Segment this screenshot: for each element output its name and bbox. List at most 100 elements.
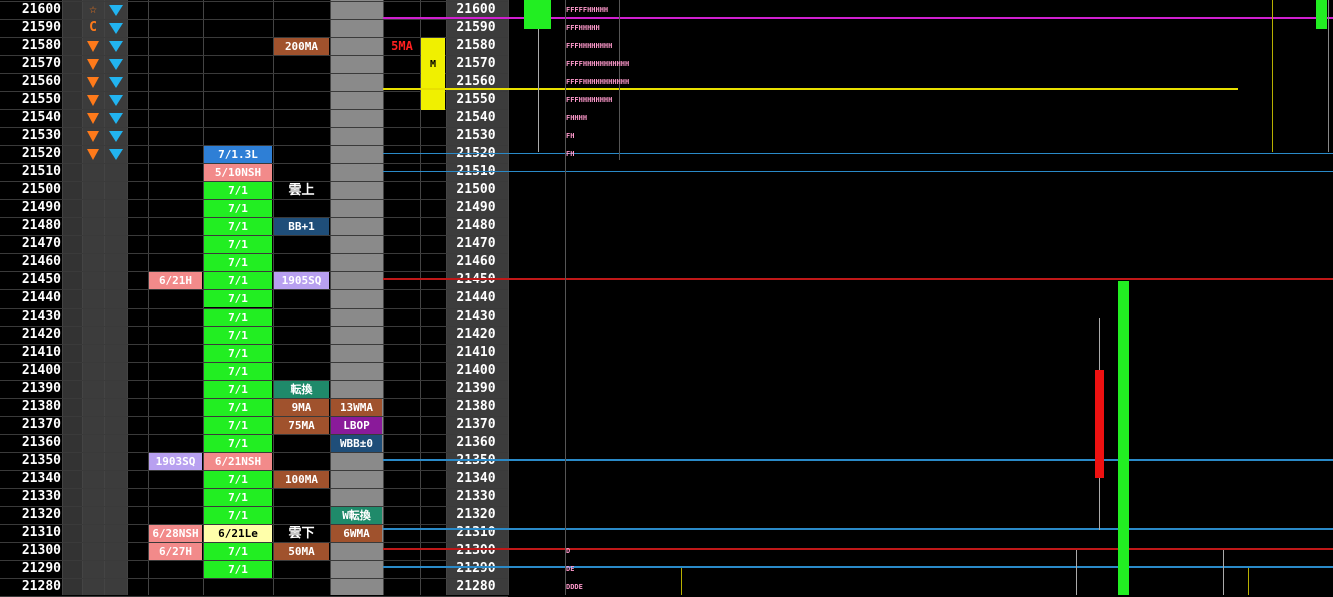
chart-vline-6 [1223, 550, 1224, 595]
price-label: 21350 [21, 452, 61, 468]
col-ma-label: 50MA [274, 542, 329, 560]
chart-vline-2 [1272, 0, 1273, 152]
col-mid-label: 7/1 [204, 488, 272, 506]
price-label: 21470 [21, 236, 61, 252]
price-label: 21420 [21, 326, 61, 342]
chart-vline-3 [1328, 0, 1329, 152]
price-label: 21430 [21, 308, 61, 324]
chart-vline-5 [1076, 550, 1077, 595]
price-label-right: 21440 [456, 290, 496, 306]
orange-down-arrow-icon [87, 95, 99, 107]
blue-down-arrow-icon [109, 23, 123, 35]
col-left-label: 1903SQ [149, 452, 202, 470]
grid-hline-32 [0, 577, 508, 579]
col-mid-label: 7/1 [204, 398, 272, 416]
profile-letters: FHHHH [566, 114, 588, 123]
price-label: 21310 [21, 524, 61, 540]
grid-hline-1 [0, 19, 508, 21]
blue-level-line-3 [383, 459, 1333, 461]
blue-level-line-4 [383, 528, 1333, 530]
price-label: 21330 [21, 488, 61, 504]
price-label: 21440 [21, 290, 61, 306]
star-icon: ☆ [89, 2, 97, 17]
red-level-line-2 [383, 548, 1333, 550]
profile-letters: D [566, 546, 571, 555]
col-mid-label: 7/1 [204, 254, 272, 272]
yellow-level-block [421, 38, 445, 111]
col-mid-label: 7/1 [204, 380, 272, 398]
blue-down-arrow-icon [109, 59, 123, 71]
price-label-right: 21430 [456, 308, 496, 324]
candle-2-body [1095, 370, 1104, 478]
col-ma-label: 転換 [274, 380, 329, 398]
col-ma-label: 200MA [274, 38, 329, 56]
col-mid-label: 7/1 [204, 434, 272, 452]
profile-letters: DE [566, 564, 575, 573]
price-label: 21570 [21, 56, 61, 72]
profile-letters: FH [566, 132, 575, 141]
price-label-right: 21360 [456, 434, 496, 450]
price-label-right: 21310 [456, 524, 496, 540]
price-label-right: 21460 [456, 254, 496, 270]
price-label: 21280 [21, 578, 61, 594]
orange-down-arrow-icon [87, 113, 99, 125]
profile-letters: FFFHHHHHHHH [566, 42, 613, 51]
price-label-right: 21550 [456, 92, 496, 108]
price-label: 21360 [21, 434, 61, 450]
col-mid-label: 7/1 [204, 308, 272, 326]
price-label-right: 21490 [456, 200, 496, 216]
blue-level-line-1 [383, 153, 1333, 154]
col-mid-label: 7/1 [204, 362, 272, 380]
price-label: 21580 [21, 38, 61, 54]
col-ma-label: 9MA [274, 398, 329, 416]
col-mid-label: 7/1 [204, 182, 272, 200]
price-label-right: 21420 [456, 326, 496, 342]
col-mid-label: 7/1 [204, 218, 272, 236]
price-label-right: 21300 [456, 542, 496, 558]
chart-vline-4 [681, 568, 682, 595]
col-w-label: LBOP [331, 416, 382, 434]
m-label: M [429, 59, 437, 71]
col-mid-label: 7/1 [204, 344, 272, 362]
blue-down-arrow-icon [109, 131, 123, 143]
price-label: 21600 [21, 2, 61, 17]
blue-down-arrow-icon [109, 5, 123, 16]
col-mid-label: 7/1 [204, 200, 272, 218]
price-label-right: 21480 [456, 218, 496, 234]
col-left-label: 6/28NSH [149, 524, 202, 542]
orange-down-arrow-icon [87, 131, 99, 143]
blue-down-arrow-icon [109, 149, 123, 161]
blue-down-arrow-icon [109, 77, 123, 89]
price-label: 21340 [21, 470, 61, 486]
grid-hline-0 [0, 1, 508, 2]
col-w-label: 13WMA [331, 398, 382, 416]
ma5-label: 5MA [391, 39, 413, 54]
price-label: 21510 [21, 164, 61, 180]
price-label-right: 21570 [456, 56, 496, 72]
price-label: 21520 [21, 146, 61, 162]
col-mid-label: 7/1 [204, 542, 272, 560]
price-label-right: 21400 [456, 362, 496, 378]
price-label-right: 21370 [456, 416, 496, 432]
col-mid-label: 6/21NSH [204, 452, 272, 470]
profile-letters: FFFFHHHHHHHHHHH [566, 60, 630, 69]
price-ladder-board: 21600 21600 21590 21590 21580 21580 21570 21570… [0, 0, 1333, 597]
price-label-right: 21540 [456, 110, 496, 126]
price-label: 21530 [21, 128, 61, 144]
price-label-right: 21520 [456, 146, 496, 162]
price-label-right: 21330 [456, 488, 496, 504]
c-marker: C [89, 20, 97, 36]
orange-down-arrow-icon [87, 41, 99, 53]
profile-letters: FFFHHHHHHHH [566, 96, 613, 105]
price-label: 21300 [21, 542, 61, 558]
col-mid-label: 7/1.3L [204, 146, 272, 164]
col-mid-label: 7/1 [204, 326, 272, 344]
price-label-right: 21500 [456, 182, 496, 198]
price-label: 21390 [21, 380, 61, 396]
col-ma-label: 75MA [274, 416, 329, 434]
col-ma-label: BB+1 [274, 218, 329, 236]
profile-letters: FFFFHHHHHHHHHHH [566, 78, 630, 87]
price-label: 21540 [21, 110, 61, 126]
price-label-right: 21590 [456, 20, 496, 36]
candle-3-body [1118, 281, 1129, 595]
